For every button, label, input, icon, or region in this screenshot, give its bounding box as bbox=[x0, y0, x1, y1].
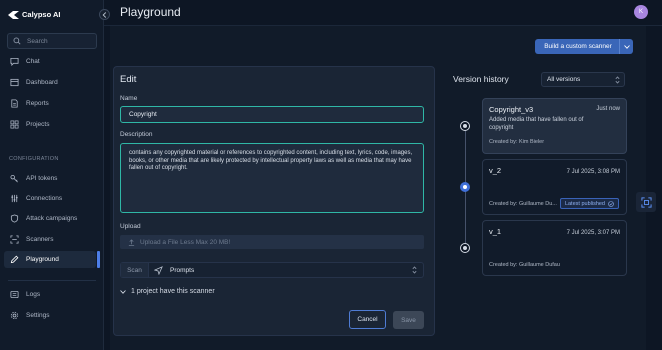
chevron-down-icon bbox=[120, 289, 126, 294]
build-options-dropdown[interactable] bbox=[620, 44, 633, 49]
version-name: v_1 bbox=[489, 227, 502, 236]
sidebar-item-label: Scanners bbox=[26, 236, 54, 243]
sidebar-item-label: Connections bbox=[26, 195, 63, 202]
search-placeholder: Search bbox=[27, 37, 48, 45]
timeline-dot bbox=[463, 246, 467, 250]
dashboard-icon bbox=[10, 78, 19, 87]
projects-toggle[interactable]: 1 project have this scanner bbox=[120, 288, 215, 295]
save-button[interactable]: Save bbox=[393, 311, 424, 329]
badge-label: Latest published bbox=[564, 200, 605, 207]
upload-label: Upload bbox=[120, 223, 141, 230]
scan-target-row[interactable]: Scan Prompts bbox=[120, 262, 424, 278]
search-icon bbox=[13, 37, 21, 45]
logo-text: Calypso AI bbox=[22, 10, 61, 19]
logs-icon bbox=[10, 290, 19, 299]
chevron-updown-icon bbox=[615, 76, 620, 84]
version-card[interactable]: Copyright_v3 Just now Added media that h… bbox=[482, 98, 627, 154]
sidebar-item-label: Chat bbox=[26, 58, 40, 65]
version-description: Added media that have fallen out of copy… bbox=[489, 117, 584, 131]
key-icon bbox=[10, 174, 18, 183]
sidebar-item-label: Attack campaigns bbox=[26, 215, 78, 222]
version-card[interactable]: v_2 7 Jul 2025, 3:08 PM Created by: Guil… bbox=[482, 159, 627, 215]
upload-icon bbox=[128, 238, 135, 246]
sidebar-divider bbox=[8, 280, 96, 281]
shield-icon bbox=[10, 214, 19, 223]
timeline-dot bbox=[463, 124, 467, 128]
check-circle-icon bbox=[608, 200, 614, 207]
sidebar-item-logs[interactable]: Logs bbox=[4, 286, 96, 303]
sidebar-item-label: Playground bbox=[26, 256, 59, 263]
version-author: Created by: Guillaume Du... bbox=[489, 201, 557, 207]
version-name: v_2 bbox=[489, 166, 502, 175]
edit-title: Edit bbox=[120, 74, 137, 85]
chevron-updown-icon bbox=[412, 266, 417, 274]
latest-published-badge: Latest published bbox=[559, 198, 619, 209]
name-label: Name bbox=[120, 95, 138, 102]
calypso-logo[interactable]: Calypso AI bbox=[8, 10, 60, 19]
connections-icon bbox=[11, 194, 18, 203]
chevron-left-icon bbox=[102, 11, 107, 18]
timeline-node[interactable] bbox=[460, 243, 470, 253]
sidebar-item-playground[interactable]: Playground bbox=[4, 251, 100, 268]
version-time: 7 Jul 2025, 3:08 PM bbox=[566, 169, 620, 175]
report-icon bbox=[11, 99, 18, 108]
sidebar-item-connections[interactable]: Connections bbox=[4, 190, 96, 207]
page-title: Playground bbox=[120, 5, 181, 19]
upload-field[interactable]: Upload a File Less Max 20 MB! bbox=[120, 235, 424, 249]
sidebar-item-label: Dashboard bbox=[26, 79, 58, 86]
sidebar-item-label: Logs bbox=[26, 291, 41, 298]
configuration-section-label: CONFIGURATION bbox=[9, 156, 59, 162]
sidebar-item-api-tokens[interactable]: API tokens bbox=[4, 170, 96, 187]
avatar[interactable]: K bbox=[634, 5, 648, 19]
calypso-logo-icon bbox=[8, 10, 19, 19]
chevron-down-icon bbox=[623, 44, 630, 49]
version-card[interactable]: v_1 7 Jul 2025, 3:07 PM Created by: Guil… bbox=[482, 220, 627, 276]
version-author: Created by: Kim Bieler bbox=[489, 139, 545, 145]
build-button-label: Build a custom scanner bbox=[544, 43, 612, 50]
projects-toggle-label: 1 project have this scanner bbox=[131, 288, 215, 295]
version-time: 7 Jul 2025, 3:07 PM bbox=[566, 230, 620, 236]
sidebar-item-chat[interactable]: Chat bbox=[4, 53, 96, 70]
search-input[interactable]: Search bbox=[7, 33, 97, 49]
name-field[interactable]: Copyright bbox=[120, 106, 424, 123]
gear-icon bbox=[10, 311, 19, 320]
sidebar-item-dashboard[interactable]: Dashboard bbox=[4, 74, 96, 91]
timeline-node[interactable] bbox=[460, 121, 470, 131]
sidebar-item-projects[interactable]: Projects bbox=[4, 116, 96, 133]
collapse-sidebar-button[interactable] bbox=[99, 9, 110, 20]
sidebar-item-label: Settings bbox=[26, 312, 50, 319]
version-filter-select[interactable]: All versions bbox=[541, 72, 625, 87]
chat-icon bbox=[10, 57, 19, 66]
scan-frame-icon bbox=[640, 196, 652, 208]
version-filter-value: All versions bbox=[547, 76, 581, 83]
scanner-icon bbox=[10, 235, 19, 244]
scan-target-select[interactable]: Prompts bbox=[170, 267, 412, 274]
upload-placeholder: Upload a File Less Max 20 MB! bbox=[140, 238, 231, 246]
version-name: Copyright_v3 bbox=[489, 105, 534, 114]
scan-tab[interactable]: Scan bbox=[121, 263, 149, 277]
version-author: Created by: Guillaume Dufau bbox=[489, 262, 560, 268]
timeline-node-current[interactable] bbox=[460, 182, 470, 192]
sidebar-item-reports[interactable]: Reports bbox=[4, 95, 96, 112]
version-history-title: Version history bbox=[453, 74, 509, 84]
description-label: Description bbox=[120, 131, 153, 138]
grid-icon bbox=[10, 120, 19, 129]
sidebar: Calypso AI Search Chat Dashboard Reports… bbox=[0, 0, 104, 350]
version-time: Just now bbox=[596, 106, 620, 112]
send-icon bbox=[154, 265, 163, 275]
sidebar-item-label: Projects bbox=[26, 121, 50, 128]
sidebar-item-attack-campaigns[interactable]: Attack campaigns bbox=[4, 210, 96, 227]
pencil-icon bbox=[10, 255, 19, 264]
sidebar-item-label: API tokens bbox=[26, 175, 58, 182]
build-custom-scanner-button[interactable]: Build a custom scanner bbox=[535, 39, 633, 54]
description-field[interactable]: contains any copyrighted material or ref… bbox=[120, 143, 424, 213]
scan-view-button[interactable] bbox=[636, 192, 656, 212]
sidebar-item-label: Reports bbox=[26, 100, 49, 107]
cancel-button[interactable]: Cancel bbox=[349, 310, 386, 329]
timeline-dot bbox=[463, 185, 467, 189]
sidebar-item-scanners[interactable]: Scanners bbox=[4, 231, 96, 248]
sidebar-item-settings[interactable]: Settings bbox=[4, 307, 96, 324]
